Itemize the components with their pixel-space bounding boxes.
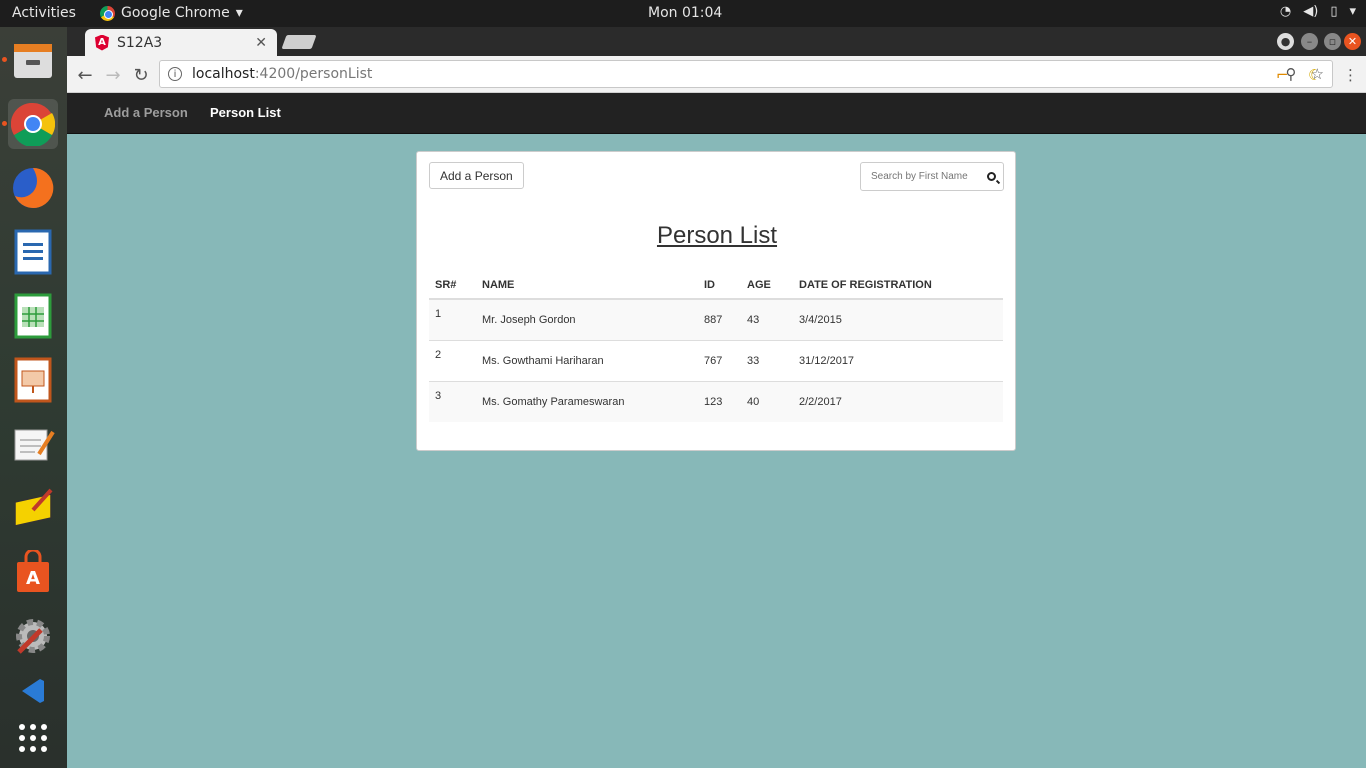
person-list-card: Add a Person Person List SR# NAME ID AGE… [416, 151, 1016, 451]
app-menu[interactable]: Google Chrome ▾ [100, 5, 243, 21]
cell-sr: 1 [429, 298, 476, 340]
info-icon[interactable]: i [168, 67, 182, 81]
cell-age: 40 [741, 380, 793, 422]
shopping-bag-icon: A [17, 550, 49, 592]
code-editor-icon [22, 679, 44, 703]
system-tray[interactable]: ◔ ◀) ▯ ▾ [1280, 4, 1356, 19]
dock-firefox[interactable] [8, 163, 58, 213]
clock[interactable]: Mon 01:04 [648, 5, 722, 21]
profile-icon[interactable]: ● [1277, 33, 1294, 50]
notepad-icon [14, 429, 55, 461]
chrome-icon [11, 102, 55, 146]
cell-name: Ms. Gowthami Hariharan [476, 339, 698, 381]
table-header-row: SR# NAME ID AGE DATE OF REGISTRATION [429, 274, 1003, 300]
dock: A [0, 27, 67, 768]
firefox-icon [13, 167, 54, 208]
dock-writer[interactable] [8, 227, 58, 277]
tab-strip: A S12A3 ✕ ● – ▫ ✕ [67, 27, 1366, 56]
chrome-window: A S12A3 ✕ ● – ▫ ✕ ← → ↻ i localhost :420… [67, 27, 1366, 768]
dock-calc[interactable] [8, 291, 58, 341]
url-path: :4200/personList [254, 66, 373, 82]
svg-text:A: A [26, 568, 40, 589]
browser-tab[interactable]: A S12A3 ✕ [85, 29, 277, 56]
table-row: 3 Ms. Gomathy Parameswaran 123 40 2/2/20… [429, 380, 1003, 422]
app-grid-icon [19, 724, 47, 752]
address-bar[interactable]: i localhost :4200/personList ⚲ ☆ [159, 60, 1333, 88]
search-icon [986, 172, 996, 181]
close-tab-icon[interactable]: ✕ [255, 35, 267, 51]
kebab-menu-icon[interactable]: ⋮ [1343, 66, 1358, 84]
dock-settings[interactable] [8, 611, 58, 661]
battery-icon: ▯ [1330, 4, 1338, 19]
angular-icon: A [95, 34, 109, 51]
column-header-date: DATE OF REGISTRATION [793, 274, 1003, 300]
new-tab-button[interactable] [281, 35, 317, 49]
app-navbar: Add a Person Person List [67, 93, 1366, 134]
cell-id: 887 [698, 298, 741, 340]
table-row: 1 Mr. Joseph Gordon 887 43 3/4/2015 [429, 298, 1003, 340]
search-input[interactable] [861, 163, 979, 190]
dock-impress[interactable] [8, 355, 58, 405]
cell-id: 123 [698, 380, 741, 422]
system-top-bar: Activities Google Chrome ▾ Mon 01:04 ◔ ◀… [0, 0, 1366, 27]
running-indicator [2, 57, 7, 62]
person-table: SR# NAME ID AGE DATE OF REGISTRATION 1 M… [429, 274, 1003, 422]
table-row: 2 Ms. Gowthami Hariharan 767 33 31/12/20… [429, 339, 1003, 381]
column-header-name: NAME [476, 274, 698, 300]
minimize-icon[interactable]: – [1301, 33, 1318, 50]
search-button[interactable] [979, 163, 1003, 190]
dock-vscode[interactable] [8, 675, 58, 705]
show-applications-button[interactable] [8, 713, 58, 763]
nav-add-person[interactable]: Add a Person [104, 105, 188, 120]
chevron-down-icon: ▾ [1349, 4, 1356, 19]
spreadsheet-icon [14, 293, 52, 339]
column-header-age: AGE [741, 274, 793, 300]
page-title: Person List [656, 222, 778, 249]
volume-icon: ◀) [1303, 4, 1319, 19]
chrome-icon [100, 5, 115, 21]
document-icon [14, 229, 52, 275]
dock-text-editor[interactable] [8, 419, 58, 469]
column-header-id: ID [698, 274, 741, 300]
dock-software[interactable]: A [8, 547, 58, 597]
forward-arrow-icon[interactable]: → [102, 64, 124, 86]
web-page: Add a Person Person List Add a Person Pe… [67, 93, 1366, 768]
maximize-icon[interactable]: ▫ [1324, 33, 1341, 50]
app-menu-label: Google Chrome [121, 5, 230, 21]
reload-icon[interactable]: ↻ [130, 64, 152, 86]
cell-name: Ms. Gomathy Parameswaran [476, 380, 698, 422]
nav-person-list[interactable]: Person List [210, 105, 281, 120]
activities-button[interactable]: Activities [12, 5, 76, 21]
column-header-sr: SR# [429, 274, 476, 300]
cell-date: 3/4/2015 [793, 298, 1003, 340]
dock-notes[interactable] [8, 483, 58, 533]
search-box [860, 162, 1004, 191]
cell-age: 33 [741, 339, 793, 381]
back-arrow-icon[interactable]: ← [74, 64, 96, 86]
wifi-icon: ◔ [1279, 4, 1292, 19]
dock-chrome[interactable] [2, 99, 58, 149]
moon-extension-icon[interactable]: ☾ [1308, 66, 1321, 84]
cell-id: 767 [698, 339, 741, 381]
chevron-down-icon: ▾ [235, 5, 243, 21]
running-indicator [2, 121, 7, 126]
extension-icon[interactable]: ⌐ [1276, 66, 1289, 84]
sticky-note-icon [14, 488, 53, 527]
add-person-button[interactable]: Add a Person [429, 162, 524, 189]
cell-sr: 3 [429, 380, 476, 422]
close-window-icon[interactable]: ✕ [1344, 33, 1361, 50]
browser-toolbar: ← → ↻ i localhost :4200/personList ⚲ ☆ ⌐… [67, 56, 1366, 93]
file-cabinet-icon [14, 44, 52, 78]
url-host: localhost [192, 66, 255, 82]
cell-sr: 2 [429, 339, 476, 381]
tab-title: S12A3 [117, 34, 163, 51]
dock-files[interactable] [2, 35, 58, 85]
presentation-icon [14, 357, 52, 403]
cell-date: 2/2/2017 [793, 380, 1003, 422]
cell-age: 43 [741, 298, 793, 340]
cell-date: 31/12/2017 [793, 339, 1003, 381]
gear-icon [16, 619, 50, 654]
cell-name: Mr. Joseph Gordon [476, 298, 698, 340]
